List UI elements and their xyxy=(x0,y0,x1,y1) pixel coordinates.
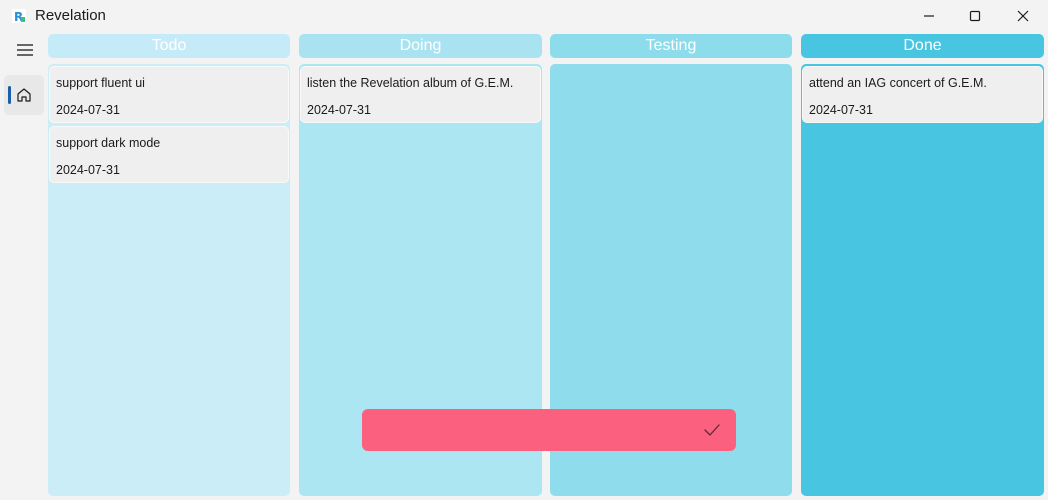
column-title: Done xyxy=(903,37,942,54)
column-title: Todo xyxy=(151,37,187,54)
minimize-icon xyxy=(924,15,934,17)
checkmark-icon[interactable] xyxy=(702,421,722,439)
title-bar: R Revelation xyxy=(0,0,1048,32)
task-title: support dark mode xyxy=(56,136,161,150)
app-logo-icon: R xyxy=(12,9,26,23)
toast-notification[interactable] xyxy=(362,409,736,451)
home-icon xyxy=(17,88,31,102)
column-title: Testing xyxy=(645,37,697,54)
task-title: attend an IAG concert of G.E.M. xyxy=(809,76,987,90)
task-date: 2024-07-31 xyxy=(56,103,120,117)
task-title: support fluent ui xyxy=(56,76,145,90)
task-card[interactable]: attend an IAG concert of G.E.M. 2024-07-… xyxy=(802,66,1043,123)
hamburger-icon xyxy=(17,44,33,56)
task-date: 2024-07-31 xyxy=(809,103,873,117)
close-button[interactable] xyxy=(1000,0,1046,32)
selected-indicator xyxy=(8,86,11,104)
window-title: Revelation xyxy=(35,7,106,24)
task-title: listen the Revelation album of G.E.M. xyxy=(307,76,514,90)
task-card[interactable]: support dark mode 2024-07-31 xyxy=(49,126,289,183)
close-icon xyxy=(1017,10,1029,22)
column-todo[interactable]: support fluent ui 2024-07-31 support dar… xyxy=(48,64,290,496)
column-done[interactable]: attend an IAG concert of G.E.M. 2024-07-… xyxy=(801,64,1044,496)
task-card[interactable]: listen the Revelation album of G.E.M. 20… xyxy=(300,66,541,123)
task-card[interactable]: support fluent ui 2024-07-31 xyxy=(49,66,289,123)
nav-menu-button[interactable] xyxy=(6,34,44,66)
minimize-button[interactable] xyxy=(906,0,952,32)
column-title: Doing xyxy=(399,37,442,54)
column-header-testing: Testing xyxy=(550,34,792,58)
column-header-done: Done xyxy=(801,34,1044,58)
column-header-todo: Todo xyxy=(48,34,290,58)
task-date: 2024-07-31 xyxy=(56,163,120,177)
maximize-icon xyxy=(969,10,981,22)
column-header-doing: Doing xyxy=(299,34,542,58)
maximize-button[interactable] xyxy=(952,0,998,32)
task-date: 2024-07-31 xyxy=(307,103,371,117)
